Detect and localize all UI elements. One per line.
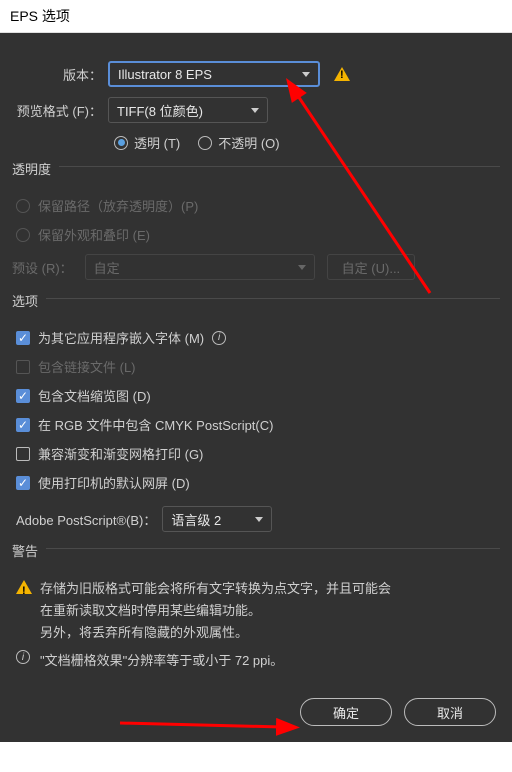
- embed-fonts-row: ✓ 为其它应用程序嵌入字体 (M) i: [16, 328, 500, 347]
- warnings-title: 警告: [12, 541, 46, 560]
- include-linked-checkbox: [16, 360, 30, 374]
- preview-value: TIFF(8 位颜色): [117, 101, 203, 120]
- preset-row: 预设 (R)： 自定 自定 (U)...: [12, 254, 500, 280]
- preview-transparency-radios: 透明 (T) 不透明 (O): [114, 133, 500, 152]
- info-icon[interactable]: i: [212, 331, 226, 345]
- warning-1-line-a: 存储为旧版格式可能会将所有文字转换为点文字，并且可能会: [40, 578, 494, 600]
- preserve-paths-radio: [16, 199, 30, 213]
- preview-label: 预览格式 (F)：: [12, 101, 108, 120]
- version-value: Illustrator 8 EPS: [118, 67, 212, 82]
- chevron-down-icon: [255, 517, 263, 522]
- preserve-appearance-row: 保留外观和叠印 (E): [16, 225, 500, 244]
- preserve-appearance-radio: [16, 228, 30, 242]
- preset-select: 自定: [85, 254, 315, 280]
- chevron-down-icon: [302, 72, 310, 77]
- preserve-paths-label: 保留路径（放弃透明度）(P): [38, 196, 198, 215]
- options-title: 选项: [12, 291, 46, 310]
- warning-2: i "文档栅格效果"分辨率等于或小于 72 ppi。: [12, 646, 500, 676]
- opaque-label: 不透明 (O): [218, 133, 279, 152]
- compat-gradient-row: 兼容渐变和渐变网格打印 (G): [16, 444, 500, 463]
- postscript-row: Adobe PostScript®(B)： 语言级 2: [16, 506, 500, 532]
- warning-icon: [16, 580, 32, 594]
- transparent-label: 透明 (T): [134, 133, 180, 152]
- chevron-down-icon: [298, 265, 306, 270]
- warning-1: 存储为旧版格式可能会将所有文字转换为点文字，并且可能会 在重新读取文档时停用某些…: [12, 574, 500, 648]
- version-select[interactable]: Illustrator 8 EPS: [108, 61, 320, 87]
- include-thumbs-label: 包含文档缩览图 (D): [38, 386, 151, 405]
- include-cmyk-row: ✓ 在 RGB 文件中包含 CMYK PostScript(C): [16, 415, 500, 434]
- version-label: 版本：: [12, 65, 108, 84]
- warning-2-text: "文档栅格效果"分辨率等于或小于 72 ppi。: [40, 650, 494, 672]
- postscript-select[interactable]: 语言级 2: [162, 506, 272, 532]
- dialog-body: 版本： Illustrator 8 EPS 预览格式 (F)： TIFF(8 位…: [0, 33, 512, 742]
- warning-1-line-c: 另外，将丢弃所有隐藏的外观属性。: [40, 622, 494, 644]
- options-group: 选项 ✓ 为其它应用程序嵌入字体 (M) i 包含链接文件 (L) ✓ 包含文档…: [12, 298, 500, 532]
- cancel-button[interactable]: 取消: [404, 698, 496, 726]
- preset-label: 预设 (R)：: [12, 258, 73, 277]
- embed-fonts-label: 为其它应用程序嵌入字体 (M): [38, 328, 204, 347]
- info-icon: i: [16, 650, 30, 664]
- chevron-down-icon: [251, 108, 259, 113]
- warning-1-line-b: 在重新读取文档时停用某些编辑功能。: [40, 600, 494, 622]
- embed-fonts-checkbox[interactable]: ✓: [16, 331, 30, 345]
- postscript-label: Adobe PostScript®(B)：: [16, 510, 156, 529]
- warning-icon: [334, 67, 350, 81]
- transparency-group: 透明度 保留路径（放弃透明度）(P) 保留外观和叠印 (E) 预设 (R)： 自…: [12, 166, 500, 280]
- include-thumbs-checkbox[interactable]: ✓: [16, 389, 30, 403]
- dialog-title: EPS 选项: [0, 0, 512, 33]
- opaque-radio[interactable]: [198, 136, 212, 150]
- transparent-radio[interactable]: [114, 136, 128, 150]
- include-cmyk-label: 在 RGB 文件中包含 CMYK PostScript(C): [38, 415, 273, 434]
- preserve-paths-row: 保留路径（放弃透明度）(P): [16, 196, 500, 215]
- postscript-value: 语言级 2: [171, 510, 221, 529]
- use-printer-defaults-label: 使用打印机的默认网屏 (D): [38, 473, 190, 492]
- version-row: 版本： Illustrator 8 EPS: [12, 61, 500, 87]
- compat-gradient-checkbox[interactable]: [16, 447, 30, 461]
- preset-value: 自定: [94, 258, 120, 277]
- use-printer-defaults-checkbox[interactable]: ✓: [16, 476, 30, 490]
- ok-button[interactable]: 确定: [300, 698, 392, 726]
- dialog-footer: 确定 取消: [300, 698, 496, 726]
- transparency-title: 透明度: [12, 159, 59, 178]
- include-linked-row: 包含链接文件 (L): [16, 357, 500, 376]
- preview-format-select[interactable]: TIFF(8 位颜色): [108, 97, 268, 123]
- preview-row: 预览格式 (F)： TIFF(8 位颜色): [12, 97, 500, 123]
- include-linked-label: 包含链接文件 (L): [38, 357, 136, 376]
- use-printer-defaults-row: ✓ 使用打印机的默认网屏 (D): [16, 473, 500, 492]
- include-cmyk-checkbox[interactable]: ✓: [16, 418, 30, 432]
- compat-gradient-label: 兼容渐变和渐变网格打印 (G): [38, 444, 203, 463]
- include-thumbs-row: ✓ 包含文档缩览图 (D): [16, 386, 500, 405]
- warnings-group: 警告 存储为旧版格式可能会将所有文字转换为点文字，并且可能会 在重新读取文档时停…: [12, 548, 500, 676]
- custom-preset-button: 自定 (U)...: [327, 254, 416, 280]
- preserve-appearance-label: 保留外观和叠印 (E): [38, 225, 150, 244]
